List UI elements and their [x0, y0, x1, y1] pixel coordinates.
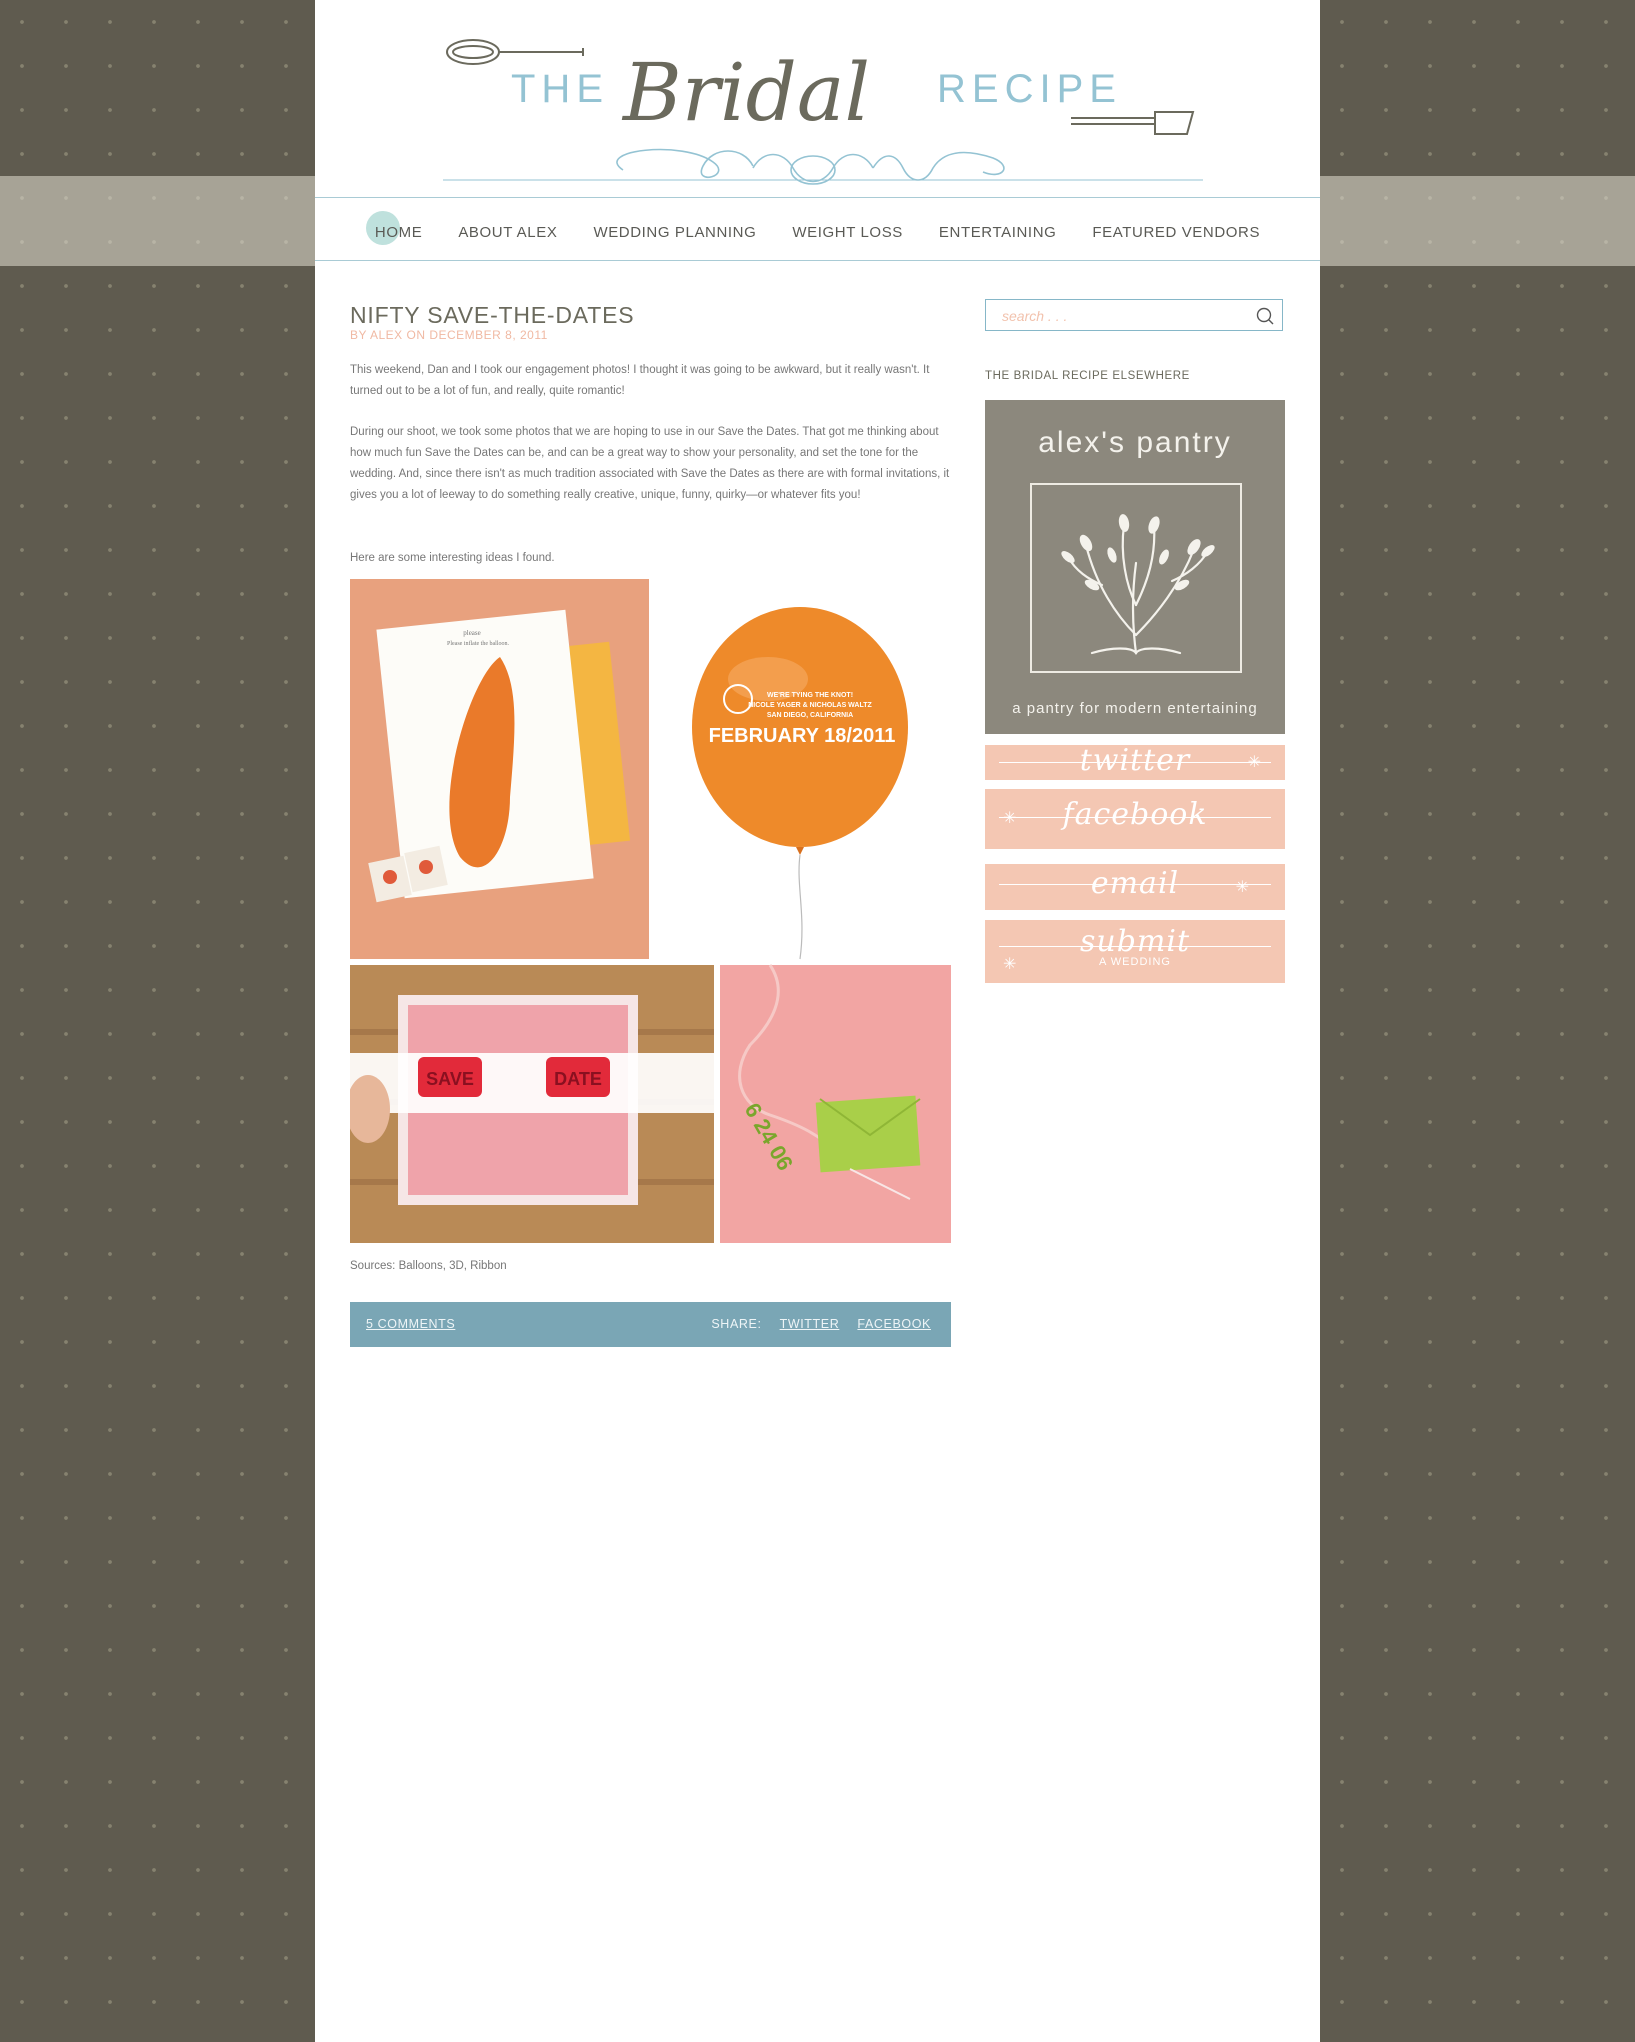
pantry-frame [1030, 483, 1242, 673]
nav-item-home[interactable]: HOME [365, 211, 423, 245]
post-paragraph: Here are some interesting ideas I found. [350, 552, 555, 564]
asterisk-icon: ✳ [1003, 956, 1017, 973]
share-label: SHARE: [711, 1317, 762, 1331]
card-text-line1: please [463, 629, 481, 637]
glasses-text-left: SAVE [426, 1069, 474, 1089]
nav-item-label: ABOUT ALEX [458, 224, 558, 241]
nav-item-label: WEIGHT LOSS [792, 224, 903, 241]
nav-item-wedding-planning[interactable]: WEDDING PLANNING [593, 220, 756, 244]
share-twitter-link[interactable]: TWITTER [780, 1317, 840, 1331]
twitter-button[interactable]: twitter ✳ [985, 745, 1285, 780]
twitter-button-label: twitter [1079, 745, 1191, 778]
glasses-text-right: DATE [554, 1069, 602, 1089]
post-byline: BY ALEX ON DECEMBER 8, 2011 [350, 328, 548, 342]
site-logo[interactable]: THE Bridal RECIPE [443, 28, 1203, 218]
balloon-date: FEBRUARY 18/2011 [709, 725, 896, 747]
pantry-tagline: a pantry for modern entertaining [1012, 700, 1258, 717]
flourish-ornament [443, 148, 1203, 185]
facebook-button-label: facebook [1062, 797, 1208, 832]
nav-item-label: ENTERTAINING [938, 224, 1057, 241]
nav-item-label: HOME [374, 224, 423, 241]
balloon-text-1: WE'RE TYING THE KNOT! [767, 692, 853, 699]
logo-the: THE [511, 67, 609, 111]
sidebar-heading: THE BRIDAL RECIPE ELSEWHERE [985, 370, 1190, 382]
balloon-text-3: SAN DIEGO, CALIFORNIA [767, 712, 853, 719]
nav-item-featured-vendors[interactable]: FEATURED VENDORS [1092, 220, 1260, 244]
photo-collage: please Please inflate the balloon. WE'RE… [350, 579, 951, 1243]
search-box [985, 299, 1283, 331]
balloon-text-2: NICOLE YAGER & NICHOLAS WALTZ [748, 702, 872, 709]
submit-wedding-button[interactable]: submit A WEDDING ✳ [985, 920, 1285, 983]
facebook-button[interactable]: facebook ✳ [985, 789, 1285, 849]
whisk-icon [446, 39, 584, 65]
post-footer-bar: 5 COMMENTS SHARE: TWITTER FACEBOOK [350, 1302, 951, 1347]
logo-recipe: RECIPE [937, 67, 1122, 111]
search-input[interactable] [1000, 301, 1254, 331]
submit-button-label: submit [1079, 924, 1191, 959]
nav-item-label: FEATURED VENDORS [1092, 224, 1261, 241]
post-paragraph: This weekend, Dan and I took our engagem… [350, 364, 930, 397]
email-button[interactable]: email ✳ [985, 864, 1285, 910]
nav-item-entertaining[interactable]: ENTERTAINING [939, 220, 1057, 244]
nav-item-about-alex[interactable]: ABOUT ALEX [458, 220, 557, 244]
main-nav: HOME ABOUT ALEX WEDDING PLANNING WEIGHT … [315, 211, 1320, 245]
logo-bridal: Bridal [621, 46, 870, 139]
nav-item-weight-loss[interactable]: WEIGHT LOSS [792, 220, 903, 244]
pantry-banner[interactable]: alex's pantry a pantry for modern entert… [985, 400, 1285, 734]
photo-orange-balloon[interactable]: WE'RE TYING THE KNOT! NICOLE YAGER & NIC… [661, 579, 951, 960]
spatula-icon [1071, 111, 1195, 135]
asterisk-icon: ✳ [1247, 754, 1261, 771]
nav-bottom-rule [315, 260, 1320, 261]
comments-link[interactable]: 5 COMMENTS [366, 1317, 455, 1331]
pantry-name: alex's pantry [1038, 426, 1232, 459]
page-container: THE Bridal RECIPE HOME ABOUT ALEX WEDDIN… [315, 0, 1320, 2042]
submit-button-sublabel: A WEDDING [1099, 956, 1171, 968]
search-icon[interactable] [1256, 307, 1274, 325]
tree-icon [1061, 514, 1215, 655]
nav-top-rule [315, 197, 1320, 198]
photo-ribbon-envelope[interactable]: 6 24 06 [720, 964, 951, 1243]
photo-3d-glasses[interactable]: SAVE DATE [350, 965, 714, 1243]
asterisk-icon: ✳ [1003, 810, 1017, 827]
share-facebook-link[interactable]: FACEBOOK [857, 1317, 931, 1331]
post-sources: Sources: Balloons, 3D, Ribbon [350, 1260, 507, 1272]
photo-balloon-card[interactable]: please Please inflate the balloon. [350, 579, 649, 959]
share-group: SHARE: TWITTER FACEBOOK [697, 1317, 931, 1331]
card-text-line2: Please inflate the balloon. [447, 640, 509, 647]
nav-item-label: WEDDING PLANNING [593, 224, 757, 241]
asterisk-icon: ✳ [1235, 879, 1249, 896]
post-paragraph: During our shoot, we took some photos th… [350, 426, 950, 501]
post-title[interactable]: NIFTY SAVE-THE-DATES [350, 302, 634, 329]
